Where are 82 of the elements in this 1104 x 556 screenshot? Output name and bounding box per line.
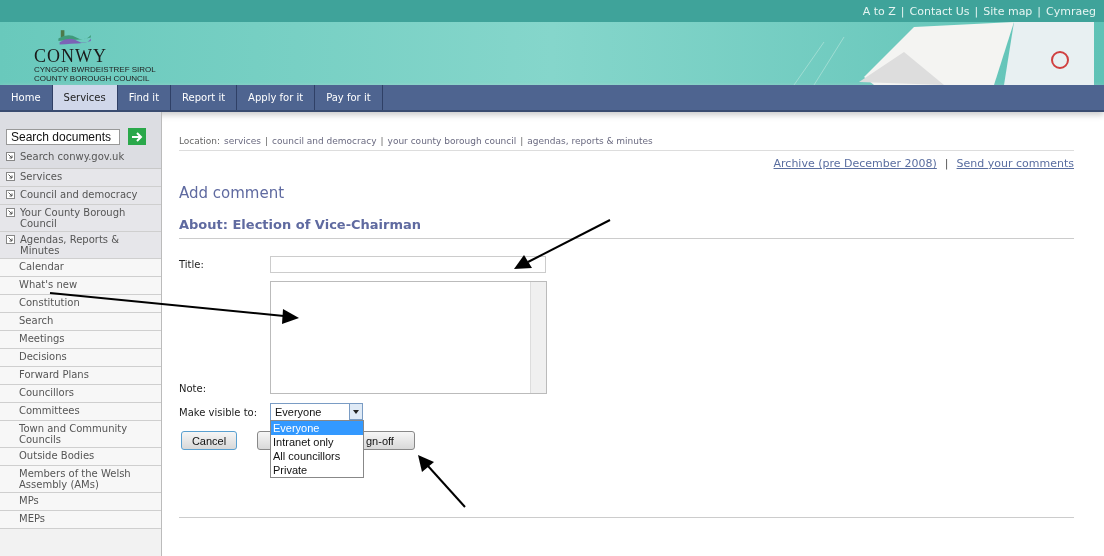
sidebar-item-label: Agendas, Reports & Minutes (20, 234, 121, 256)
sidebar-item-label: What's new (19, 279, 78, 290)
site-search-link[interactable]: Search conwy.gov.uk (20, 151, 125, 162)
sidebar-item[interactable]: Councillors (0, 385, 161, 403)
title-label: Title: (179, 259, 205, 270)
sidebar-item-label: Outside Bodies (19, 450, 95, 461)
page-link[interactable]: Send your comments (956, 157, 1074, 170)
title-field[interactable] (270, 256, 546, 273)
breadcrumb-link[interactable]: agendas, reports & minutes (527, 136, 653, 146)
nav-tab[interactable]: Find it (117, 85, 172, 110)
sidebar-item[interactable]: Calendar (0, 259, 161, 277)
sidebar-item[interactable]: MPs (0, 493, 161, 511)
sidebar-item[interactable]: Your County Borough Council (0, 205, 161, 232)
sidebar-item-label: Services (20, 171, 63, 182)
sidebar-item-label: Meetings (19, 333, 65, 344)
sidebar-item[interactable]: Search (0, 313, 161, 331)
sidebar-item-label: Decisions (19, 351, 67, 362)
breadcrumb-link[interactable]: services (224, 136, 262, 146)
link-arrow-icon (6, 208, 15, 217)
logo-wordmark: CONWY (34, 47, 108, 65)
search-field[interactable]: Search documents (6, 128, 120, 145)
note-label: Note: (179, 383, 208, 394)
breadcrumb-link[interactable]: council and democracy (272, 136, 377, 146)
link-arrow-icon (6, 190, 15, 199)
form-button[interactable]: Cancel (181, 431, 237, 450)
page-link[interactable]: Archive (pre December 2008) (773, 157, 937, 170)
dropdown-option[interactable]: All councillors (271, 449, 363, 463)
sidebar-item-label: MEPs (19, 513, 45, 524)
location-label: Location: (179, 136, 221, 146)
subheading: About: Election of Vice-Chairman (179, 217, 1074, 239)
nav-tab[interactable]: Pay for it (315, 85, 383, 110)
sidebar-item[interactable]: MEPs (0, 511, 161, 529)
sidebar-item[interactable]: Constitution (0, 295, 161, 313)
nav-tab[interactable]: Apply for it (237, 85, 316, 110)
logo-subtitle: COUNTY BOROUGH COUNCIL (34, 74, 151, 83)
sidebar-item-label: Constitution (19, 297, 80, 308)
separator: | (380, 136, 384, 146)
separator: | (944, 157, 949, 170)
sidebar-item[interactable]: Outside Bodies (0, 448, 161, 466)
page-heading: Add comment (179, 184, 286, 202)
separator: | (265, 136, 269, 146)
sidebar-item[interactable]: Meetings (0, 331, 161, 349)
link-arrow-icon (6, 152, 15, 161)
sidebar-item-label: Search (19, 315, 54, 326)
separator: | (1037, 4, 1042, 18)
sidebar-item[interactable]: Forward Plans (0, 367, 161, 385)
sidebar-item-label: Members of the Welsh Assembly (AMs) (19, 468, 132, 490)
dropdown-option[interactable]: Private (271, 463, 363, 477)
scrollbar[interactable] (530, 282, 546, 393)
dropdown-caret-icon[interactable] (349, 403, 363, 420)
nav-tab[interactable]: Services (52, 85, 118, 110)
sidebar-item[interactable]: Council and democracy (0, 187, 161, 205)
sidebar-item[interactable]: What's new (0, 277, 161, 295)
go-button[interactable] (128, 128, 146, 145)
sidebar-item[interactable]: Committees (0, 403, 161, 421)
sidebar-item-label: Calendar (19, 261, 64, 272)
note-field[interactable] (270, 281, 547, 394)
sidebar-item[interactable]: Decisions (0, 349, 161, 367)
sidebar-item[interactable]: Services (0, 169, 161, 187)
arrow-right-icon (131, 130, 143, 143)
separator: | (520, 136, 524, 146)
link-arrow-icon (6, 172, 15, 181)
annotation-arrow (418, 455, 466, 508)
sidebar-item[interactable]: Members of the Welsh Assembly (AMs) (0, 466, 161, 493)
sidebar-item-label: Your County Borough Council (20, 207, 127, 229)
nav-tab[interactable]: Home (0, 85, 53, 110)
logo-subtitle: CYNGOR BWRDEISTREF SIROL (34, 65, 156, 74)
sidebar-item-label: Council and democracy (20, 189, 138, 200)
sidebar-item-label: Councillors (19, 387, 75, 398)
sidebar-item-label: Forward Plans (19, 369, 89, 380)
sidebar-item[interactable]: Agendas, Reports & Minutes (0, 232, 161, 259)
sidebar-item[interactable]: Town and Community Councils (0, 421, 161, 448)
sidebar-item-label: MPs (19, 495, 39, 506)
sidebar-item-label: Committees (19, 405, 80, 416)
visibility-label: Make visible to: (179, 406, 259, 418)
separator: | (900, 4, 905, 18)
link-arrow-icon (6, 235, 15, 244)
sidebar-item-label: Town and Community Councils (19, 423, 129, 445)
dropdown-option[interactable]: Intranet only (271, 435, 363, 449)
separator: | (974, 4, 979, 18)
breadcrumb-link[interactable]: your county borough council (387, 136, 517, 146)
nav-tab[interactable]: Report it (171, 85, 238, 110)
